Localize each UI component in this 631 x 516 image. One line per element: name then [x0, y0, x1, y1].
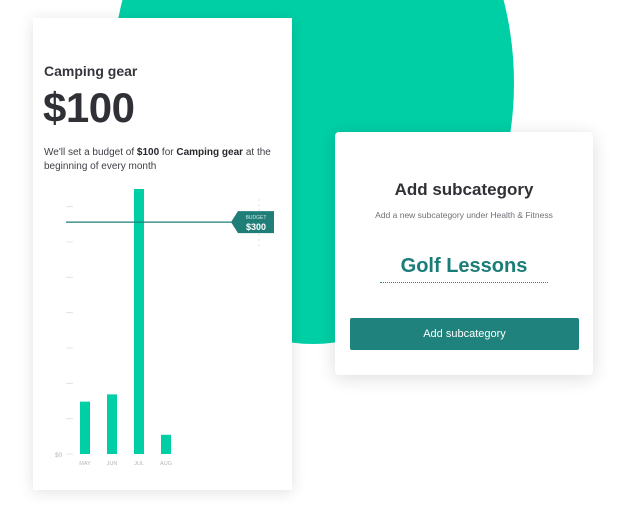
bar-jul	[134, 189, 144, 454]
budget-marker-label: BUDGET	[246, 215, 267, 221]
y-axis-min-label: $0	[55, 452, 63, 459]
budget-card: Camping gear $100 We'll set a budget of …	[33, 18, 292, 490]
add-subcategory-button[interactable]: Add subcategory	[350, 318, 579, 350]
bar-may	[80, 401, 90, 454]
x-axis-label: AUG	[160, 461, 172, 467]
modal-subtitle: Add a new subcategory under Health & Fit…	[375, 210, 553, 220]
bar-jun	[107, 394, 117, 454]
budget-marker-value: $300	[246, 222, 266, 232]
x-axis-label: JUN	[107, 461, 118, 467]
subcategory-name-input[interactable]	[380, 250, 548, 283]
modal-title: Add subcategory	[394, 180, 534, 199]
spending-chart: $0 MAY JUN JUL AUG BUDGET$300	[55, 189, 274, 467]
x-axis-label: MAY	[79, 461, 91, 467]
bar-aug	[161, 434, 171, 454]
add-subcategory-modal: Add subcategory Add a new subcategory un…	[335, 132, 593, 375]
x-axis-label: JUL	[134, 461, 144, 467]
